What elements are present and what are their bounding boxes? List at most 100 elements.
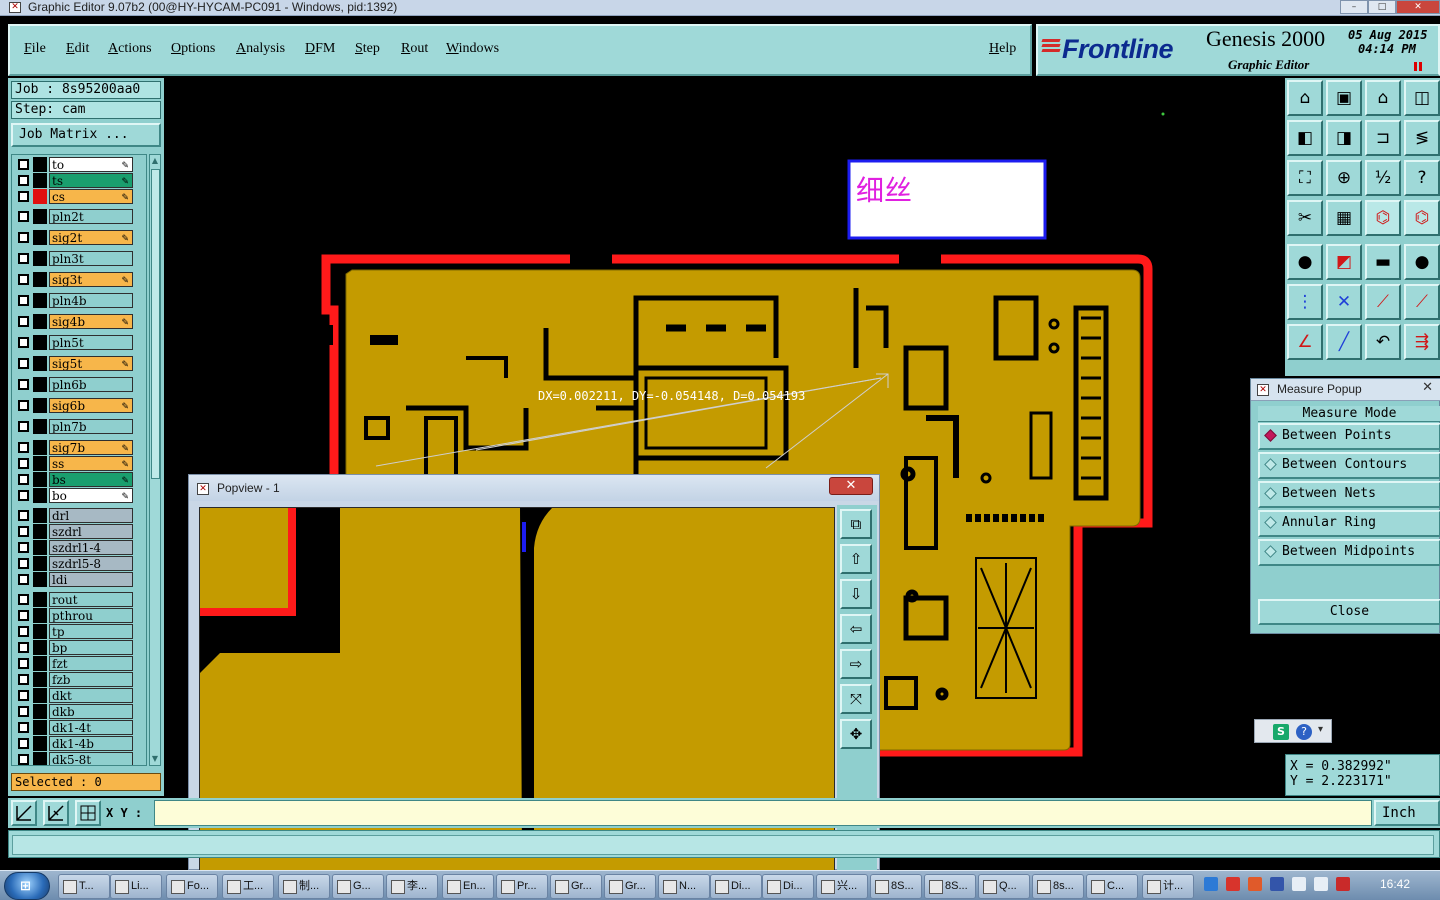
- option-between-contours[interactable]: Between Contours: [1258, 452, 1440, 479]
- scroll-thumb[interactable]: [151, 169, 160, 479]
- layer-color-swatch[interactable]: [33, 419, 47, 434]
- layer-row-bp[interactable]: bp: [12, 640, 146, 655]
- one-to-one-icon[interactable]: ⊐: [1365, 120, 1401, 156]
- layer-color-swatch[interactable]: [33, 272, 47, 287]
- layer-row-szdrl[interactable]: szdrl: [12, 524, 146, 539]
- help-icon[interactable]: ?: [1296, 724, 1312, 740]
- edit-shape-icon[interactable]: ◩: [1326, 244, 1362, 280]
- layer-name[interactable]: drl: [49, 508, 133, 523]
- menu-actions[interactable]: Actions: [108, 41, 152, 57]
- layer-checkbox[interactable]: [18, 674, 29, 685]
- layer-color-swatch[interactable]: [33, 688, 47, 703]
- layer-color-swatch[interactable]: [33, 704, 47, 719]
- layer-color-swatch[interactable]: [33, 472, 47, 487]
- display-icon[interactable]: ▣: [1326, 80, 1362, 116]
- layer-checkbox[interactable]: [18, 542, 29, 553]
- layer-name[interactable]: pln7b: [49, 419, 133, 434]
- layer-color-swatch[interactable]: [33, 572, 47, 587]
- measure-close-button[interactable]: Close: [1258, 599, 1440, 625]
- layer-row-tp[interactable]: tp: [12, 624, 146, 639]
- zoom-out-icon[interactable]: ⇩: [840, 579, 872, 609]
- angle-icon[interactable]: ∠: [1287, 324, 1323, 360]
- layer-row-pln4b[interactable]: pln4b: [12, 293, 146, 308]
- connect-icon[interactable]: ⟋: [1365, 284, 1401, 320]
- layer-color-swatch[interactable]: [33, 656, 47, 671]
- layer-color-swatch[interactable]: [33, 752, 47, 765]
- layer-color-swatch[interactable]: [33, 335, 47, 350]
- layer-row-fzt[interactable]: fzt: [12, 656, 146, 671]
- layer-name[interactable]: szdrl1-4: [49, 540, 133, 555]
- layer-name[interactable]: dk1-4b: [49, 736, 133, 751]
- layer-row-pthrou[interactable]: pthrou: [12, 608, 146, 623]
- pan-left-icon[interactable]: ◧: [1287, 120, 1323, 156]
- taskbar-item[interactable]: N...: [658, 874, 710, 899]
- layer-row-ss[interactable]: ss ✎: [12, 456, 146, 471]
- layer-color-swatch[interactable]: [33, 173, 47, 188]
- layer-name[interactable]: sig4b ✎: [49, 314, 133, 329]
- layer-name[interactable]: to ✎: [49, 157, 133, 172]
- layer-name[interactable]: ldi: [49, 572, 133, 587]
- layer-name[interactable]: rout: [49, 592, 133, 607]
- measure-popup-titlebar[interactable]: ✕ Measure Popup ✕: [1251, 379, 1440, 401]
- pan-right-icon[interactable]: ⇨: [840, 649, 872, 679]
- layer-checkbox[interactable]: [18, 490, 29, 501]
- scroll-down-icon[interactable]: ▼: [150, 753, 160, 765]
- layer-checkbox[interactable]: [18, 337, 29, 348]
- pan-left-icon[interactable]: ⇦: [840, 614, 872, 644]
- pause-icon[interactable]: [1414, 62, 1422, 71]
- menu-file[interactable]: File: [24, 41, 46, 57]
- record-icon[interactable]: ●: [1287, 244, 1323, 280]
- layer-row-szdrl5-8[interactable]: szdrl5-8: [12, 556, 146, 571]
- layer-checkbox[interactable]: [18, 253, 29, 264]
- tray-app-icon[interactable]: [1270, 877, 1284, 891]
- layer-color-swatch[interactable]: [33, 672, 47, 687]
- line-icon[interactable]: ╱: [1326, 324, 1362, 360]
- layer-checkbox[interactable]: [18, 379, 29, 390]
- menu-analysis[interactable]: Analysis: [236, 41, 285, 57]
- layer-row-dk1-4b[interactable]: dk1-4b: [12, 736, 146, 751]
- unit-toggle[interactable]: Inch: [1374, 800, 1440, 826]
- node-icon[interactable]: ⋮: [1287, 284, 1323, 320]
- layer-checkbox[interactable]: [18, 175, 29, 186]
- taskbar-item[interactable]: Pr...: [496, 874, 548, 899]
- layer-color-swatch[interactable]: [33, 440, 47, 455]
- taskbar-item[interactable]: Q...: [978, 874, 1030, 899]
- layer-color-swatch[interactable]: [33, 293, 47, 308]
- layer-row-sig2t[interactable]: sig2t ✎: [12, 230, 146, 245]
- window-title-bar[interactable]: ✕ Graphic Editor 9.07b2 (00@HY-HYCAM-PC0…: [0, 0, 1440, 16]
- menu-step[interactable]: Step: [355, 41, 380, 57]
- layer-name[interactable]: fzb: [49, 672, 133, 687]
- layer-name[interactable]: fzt: [49, 656, 133, 671]
- layer-name[interactable]: ts ✎: [49, 173, 133, 188]
- layer-row-ldi[interactable]: ldi: [12, 572, 146, 587]
- layer-checkbox[interactable]: [18, 626, 29, 637]
- layer-checkbox[interactable]: [18, 642, 29, 653]
- layer-row-sig5t[interactable]: sig5t ✎: [12, 356, 146, 371]
- s-app-icon[interactable]: S: [1273, 724, 1289, 740]
- layer-color-swatch[interactable]: [33, 540, 47, 555]
- grid-icon[interactable]: [75, 800, 101, 826]
- taskbar-item[interactable]: Li...: [110, 874, 162, 899]
- layer-color-swatch[interactable]: [33, 640, 47, 655]
- pan-icon[interactable]: ✥: [840, 719, 872, 749]
- layer-checkbox[interactable]: [18, 526, 29, 537]
- layer-scrollbar[interactable]: ▲ ▼: [149, 154, 161, 766]
- monitor-icon[interactable]: [1292, 877, 1306, 891]
- layer-name[interactable]: dkb: [49, 704, 133, 719]
- popview-titlebar[interactable]: ✕ Popview - 1 ✕: [189, 475, 879, 501]
- scale-icon[interactable]: ½: [1365, 160, 1401, 196]
- ruler-icon[interactable]: ▬: [1365, 244, 1401, 280]
- layer-name[interactable]: sig6b ✎: [49, 398, 133, 413]
- taskbar-item[interactable]: Fo...: [166, 874, 218, 899]
- layer-row-sig3t[interactable]: sig3t ✎: [12, 272, 146, 287]
- dot-icon[interactable]: ●: [1404, 244, 1440, 280]
- layer-color-swatch[interactable]: [33, 736, 47, 751]
- grid-icon[interactable]: ▦: [1326, 200, 1362, 236]
- flag-icon[interactable]: [1336, 877, 1350, 891]
- layer-name[interactable]: pthrou: [49, 608, 133, 623]
- layer-row-bs[interactable]: bs ✎: [12, 472, 146, 487]
- layer-color-swatch[interactable]: [33, 398, 47, 413]
- layer-color-swatch[interactable]: [33, 488, 47, 503]
- layer-row-szdrl1-4[interactable]: szdrl1-4: [12, 540, 146, 555]
- close-button[interactable]: ✕: [1396, 0, 1440, 14]
